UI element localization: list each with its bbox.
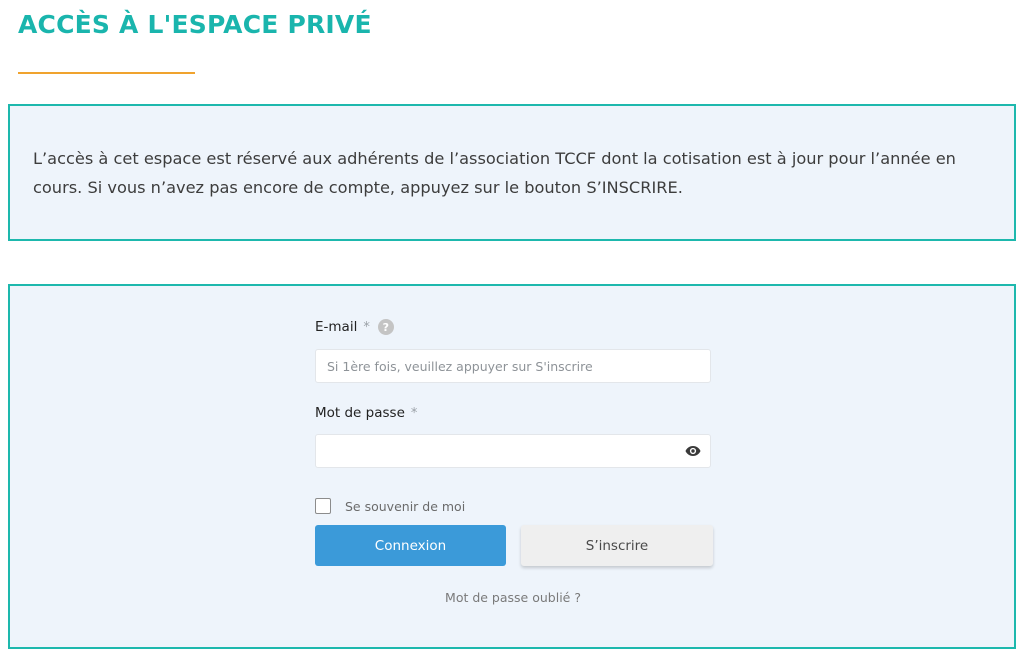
remember-me-label[interactable]: Se souvenir de moi <box>345 499 465 514</box>
title-underline <box>18 72 195 74</box>
login-button[interactable]: Connexion <box>315 525 506 566</box>
email-field[interactable] <box>316 350 667 382</box>
password-field-wrapper <box>315 434 711 468</box>
question-circle-icon[interactable]: ? <box>377 319 394 335</box>
email-label: E-mail <box>315 319 358 335</box>
notice-box: L’accès à cet espace est réservé aux adh… <box>8 104 1016 241</box>
password-label-row: Mot de passe * <box>315 405 417 421</box>
remember-me-row: Se souvenir de moi <box>315 498 465 514</box>
email-required-mark: * <box>363 319 370 335</box>
page-title: ACCÈS À L'ESPACE PRIVÉ <box>18 10 372 39</box>
register-button[interactable]: S’inscrire <box>521 525 713 566</box>
password-field[interactable] <box>316 435 667 467</box>
password-required-mark: * <box>410 405 418 421</box>
notice-text: L’accès à cet espace est réservé aux adh… <box>33 149 956 197</box>
email-field-wrapper <box>315 349 711 383</box>
forgot-password-link[interactable]: Mot de passe oublié ? <box>315 590 711 605</box>
login-form: E-mail * ? Mot de passe * Se souvenir de… <box>8 284 1016 649</box>
email-label-row: E-mail * ? <box>315 319 394 335</box>
eye-icon[interactable] <box>685 444 701 458</box>
remember-me-checkbox[interactable] <box>315 498 331 514</box>
password-label: Mot de passe <box>315 405 405 421</box>
